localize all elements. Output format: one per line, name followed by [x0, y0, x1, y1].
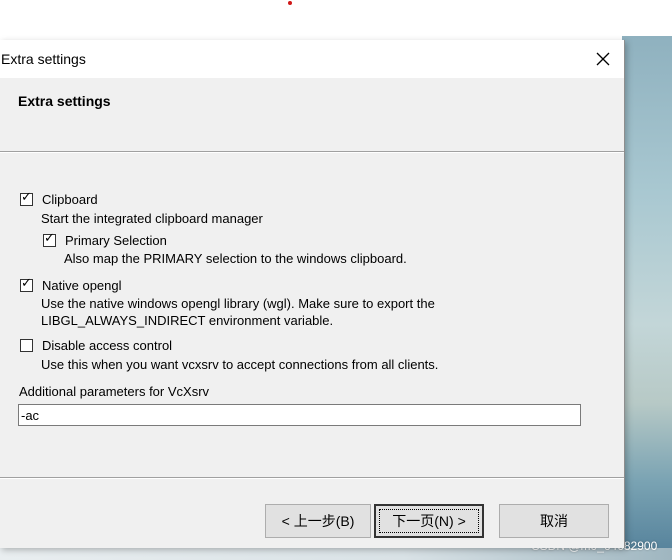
native-opengl-description-line2: LIBGL_ALWAYS_INDIRECT environment variab…	[41, 313, 334, 328]
disable-access-control-label: Disable access control	[42, 338, 173, 353]
native-opengl-description-line1: Use the native windows opengl library (w…	[41, 296, 435, 311]
primary-selection-label: Primary Selection	[65, 233, 167, 248]
primary-selection-description: Also map the PRIMARY selection to the wi…	[64, 251, 407, 266]
desktop-background	[622, 36, 672, 560]
cancel-button[interactable]: 取消	[499, 504, 609, 538]
additional-parameters-input[interactable]	[18, 404, 581, 426]
header-divider	[0, 151, 624, 153]
disable-access-control-checkbox[interactable]	[20, 339, 33, 352]
check-icon: ✓	[21, 190, 32, 205]
footer-divider	[0, 477, 624, 479]
desktop-top	[0, 0, 672, 40]
next-button[interactable]: 下一页(N) >	[374, 504, 484, 538]
title-bar[interactable]: Extra settings	[0, 40, 624, 78]
native-opengl-label: Native opengl	[42, 278, 122, 293]
focus-rectangle	[379, 509, 479, 533]
check-icon: ✓	[21, 276, 32, 291]
disable-access-control-description: Use this when you want vcxsrv to accept …	[41, 357, 439, 372]
native-opengl-checkbox[interactable]: ✓	[20, 276, 33, 292]
check-icon: ✓	[44, 231, 55, 246]
disable-access-control-option[interactable]: Disable access control	[20, 338, 172, 353]
close-icon	[596, 52, 610, 66]
red-dot	[288, 1, 292, 5]
close-button[interactable]	[584, 46, 622, 72]
header-panel: Extra settings	[0, 78, 624, 151]
clipboard-checkbox[interactable]: ✓	[20, 190, 33, 206]
clipboard-option[interactable]: ✓ Clipboard	[20, 190, 98, 207]
primary-selection-checkbox[interactable]: ✓	[43, 231, 56, 247]
extra-settings-dialog: Extra settings Extra settings ✓ Clipboar…	[0, 40, 625, 548]
additional-parameters-label: Additional parameters for VcXsrv	[19, 384, 210, 399]
clipboard-label: Clipboard	[42, 192, 98, 207]
window-title: Extra settings	[1, 51, 86, 67]
back-button[interactable]: < 上一步(B)	[265, 504, 371, 538]
page-title: Extra settings	[18, 93, 111, 109]
native-opengl-option[interactable]: ✓ Native opengl	[20, 276, 122, 293]
clipboard-description: Start the integrated clipboard manager	[41, 211, 263, 226]
primary-selection-option[interactable]: ✓ Primary Selection	[43, 231, 167, 248]
